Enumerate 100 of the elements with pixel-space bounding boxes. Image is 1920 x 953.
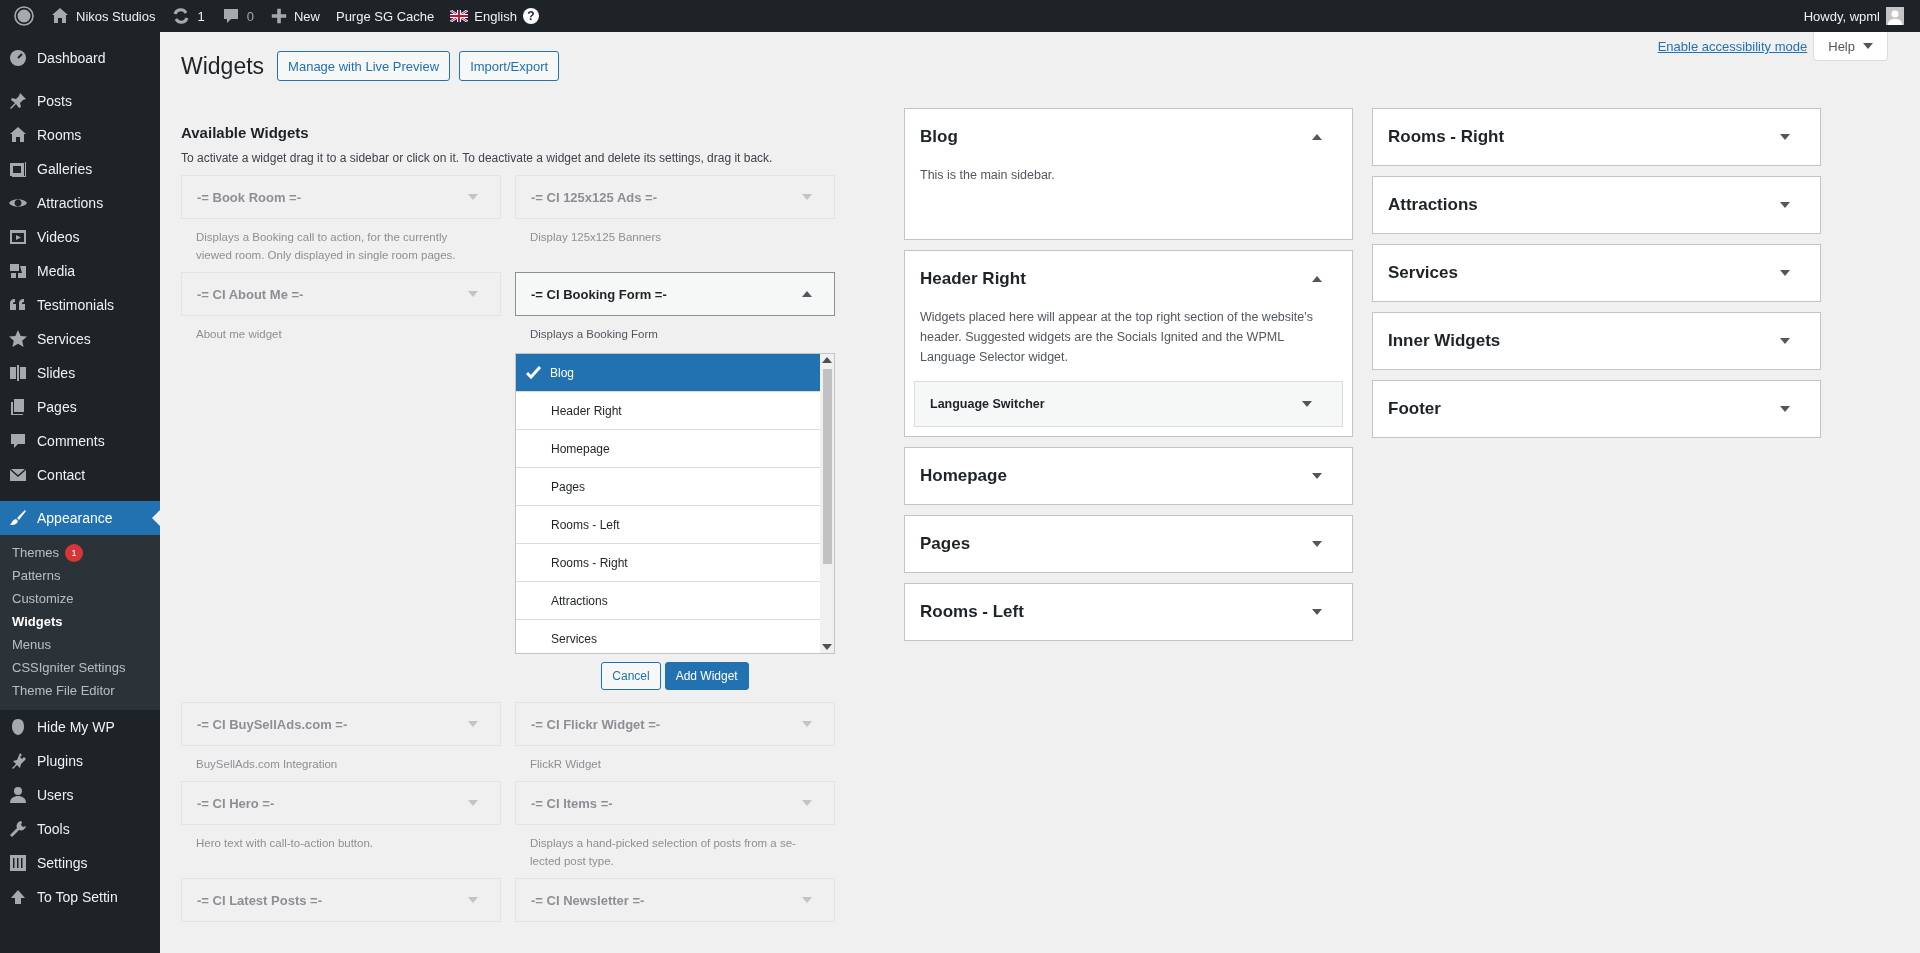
menu-item[interactable]: Attractions — [0, 186, 160, 220]
caret-icon — [802, 897, 812, 903]
submenu-item[interactable]: Themes 1 — [0, 541, 160, 564]
menu-item[interactable]: Dashboard — [0, 41, 160, 75]
sidebar-area-panel[interactable]: Rooms - Left — [904, 583, 1353, 641]
sidebar-area-panel[interactable]: Pages — [904, 515, 1353, 573]
widget-description: BuySellAds.com Integration — [195, 757, 339, 772]
menu-item[interactable]: Media — [0, 254, 160, 288]
area-title: Rooms - Left — [920, 602, 1024, 622]
slides-icon — [8, 363, 28, 383]
widget-description: Displays a Booking Form — [529, 327, 659, 342]
add-widget-button[interactable]: Add Widget — [664, 662, 749, 690]
site-name-link[interactable]: Nikos Studios — [42, 0, 164, 32]
media-icon — [8, 261, 28, 281]
submenu-item[interactable]: Customize — [0, 587, 160, 610]
account-link[interactable]: Howdy, wpml — [1795, 0, 1912, 32]
menu-item[interactable]: Rooms — [0, 118, 160, 152]
caret-icon — [802, 800, 812, 806]
caret-icon — [1312, 473, 1322, 479]
sidebar-option[interactable]: Blog — [516, 354, 820, 392]
sidebar-area-panel[interactable]: Footer — [1372, 380, 1821, 438]
area-title: Inner Widgets — [1388, 331, 1501, 351]
menu-item[interactable]: Services — [0, 322, 160, 356]
scrollbar[interactable] — [820, 354, 834, 653]
widget-title-bar[interactable]: -= CI Booking Form =- — [515, 272, 835, 316]
menu-item[interactable]: Posts — [0, 84, 160, 118]
help-badge: ? — [522, 8, 539, 24]
menu-item[interactable]: Videos — [0, 220, 160, 254]
submenu-item[interactable]: Patterns — [0, 564, 160, 587]
menu-item[interactable]: Users — [0, 778, 160, 812]
area-title: Services — [1388, 263, 1458, 283]
sidebar-area-panel[interactable]: Services — [1372, 244, 1821, 302]
caret-icon — [802, 291, 812, 297]
area-title: Rooms - Right — [1388, 127, 1505, 147]
user-icon — [8, 785, 28, 805]
star-icon — [8, 329, 28, 349]
caret-icon — [468, 721, 478, 727]
menu-item[interactable]: To Top Settin — [0, 880, 160, 914]
widget-title-bar[interactable]: Language Switcher — [914, 381, 1343, 427]
widget-description: About me widget — [195, 327, 283, 342]
menu-item[interactable]: Hide My WP — [0, 710, 160, 744]
area-title: Pages — [920, 534, 971, 554]
submenu-item[interactable]: Menus — [0, 633, 160, 656]
comment-icon — [8, 431, 28, 451]
help-tab-button[interactable]: Help — [1813, 32, 1888, 61]
menu-item[interactable]: Galleries — [0, 152, 160, 186]
caret-icon — [802, 194, 812, 200]
new-content-link[interactable]: New — [261, 0, 328, 32]
caret-icon — [1302, 401, 1312, 407]
menu-item[interactable]: Pages — [0, 390, 160, 424]
widget-description: Display 125x125 Banners — [529, 230, 663, 245]
home-icon — [50, 6, 70, 26]
caret-icon — [1863, 43, 1873, 49]
menu-item[interactable]: Comments — [0, 424, 160, 458]
caret-icon — [1780, 338, 1790, 344]
sidebar-area-panel[interactable]: Blog This is the main sidebar. — [904, 108, 1353, 240]
caret-icon — [468, 291, 478, 297]
submenu-item[interactable]: Widgets — [0, 610, 160, 633]
caret-icon — [468, 897, 478, 903]
widget-description: FlickR Widget — [529, 757, 602, 772]
area-description: This is the main sidebar. — [919, 167, 1056, 184]
caret-icon — [1780, 202, 1790, 208]
sidebar-area-panel[interactable]: Rooms - Right — [1372, 108, 1821, 166]
caret-icon — [802, 721, 812, 727]
menu-item[interactable]: Settings — [0, 846, 160, 880]
sidebar-area-panel[interactable]: Inner Widgets — [1372, 312, 1821, 370]
submenu-item[interactable]: Theme File Editor — [0, 679, 160, 702]
cancel-button[interactable]: Cancel — [601, 662, 661, 690]
menu-item[interactable]: Plugins — [0, 744, 160, 778]
updates-link[interactable]: 1 — [163, 0, 213, 32]
sidebar-area-panel[interactable]: Homepage — [904, 447, 1353, 505]
scroll-up-icon — [822, 357, 832, 363]
caret-icon — [468, 194, 478, 200]
plus-icon — [269, 7, 288, 25]
menu-item[interactable]: Contact — [0, 458, 160, 492]
caret-icon — [1780, 270, 1790, 276]
area-title: Homepage — [920, 466, 1007, 486]
comments-link[interactable]: 0 — [212, 0, 262, 32]
page-title-action-button[interactable]: Manage with Live Preview — [277, 51, 451, 81]
purge-cache-link[interactable]: Purge SG Cache — [327, 0, 443, 32]
language-link[interactable]: English ? — [442, 0, 547, 32]
area-description: Widgets placed here will appear at the top right section of the website's header. Suggested widgets are the Socials Ignited and the WPML Language Selector widget. — [919, 309, 1314, 366]
dashboard-icon — [8, 48, 28, 68]
menu-item[interactable]: Tools — [0, 812, 160, 846]
flag-icon — [450, 10, 469, 22]
area-title: Footer — [1388, 399, 1441, 419]
page-title-action-button[interactable]: Import/Export — [459, 51, 560, 81]
widget-description: Displays a Booking call to action, for the currently viewed room. Only displayed in single room pages. — [195, 230, 457, 263]
sidebar-area-panel[interactable]: Attractions — [1372, 176, 1821, 234]
brush-icon — [8, 508, 28, 528]
section-description: To activate a widget drag it to a sidebar or click on it. To deactivate a widget and delete its settings, drag it back. — [181, 151, 774, 165]
accessibility-mode-link[interactable]: Enable accessibility mode — [1657, 39, 1808, 54]
home-icon — [8, 125, 28, 145]
menu-item[interactable]: Appearance — [0, 501, 160, 535]
wrench-icon — [8, 819, 28, 839]
scroll-down-icon — [822, 644, 832, 650]
menu-item[interactable]: Slides — [0, 356, 160, 390]
submenu-item[interactable]: CSSIgniter Settings — [0, 656, 160, 679]
menu-item[interactable]: Testimonials — [0, 288, 160, 322]
sidebar-area-panel[interactable]: Header Right Widgets placed here will appear at the top right section of the website's header. Suggested widgets are the Socials Ignited and the WPML Language Selector widget. Language Switcher — [904, 250, 1353, 437]
